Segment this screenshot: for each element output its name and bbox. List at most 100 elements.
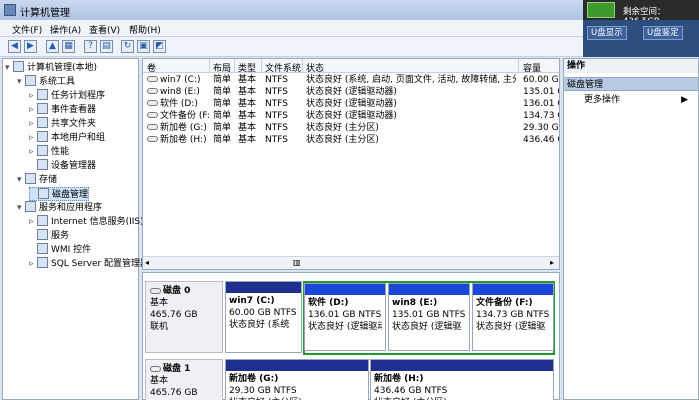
performance-icon xyxy=(37,145,48,156)
tree-item-label: 性能 xyxy=(51,147,70,157)
udisk-show-button[interactable]: U盘显示 xyxy=(587,26,627,40)
drive-icon xyxy=(147,88,158,94)
horizontal-scrollbar[interactable]: ◂ ▥ ▸ xyxy=(143,256,559,269)
tools-icon xyxy=(25,75,36,86)
twisty-icon[interactable]: ▾ xyxy=(5,61,13,75)
twisty-icon[interactable]: ▾ xyxy=(17,75,25,89)
col-volume[interactable]: 卷 xyxy=(147,61,156,74)
tree-item[interactable]: ▹ 共享文件夹 xyxy=(29,117,96,131)
disk-info[interactable]: 磁盘 1 基本 465.76 GB xyxy=(145,359,223,400)
twisty-icon[interactable]: ▹ xyxy=(29,103,37,117)
tree-item-label: 任务计划程序 xyxy=(51,91,106,101)
tree-item[interactable]: ▹ 事件查看器 xyxy=(29,103,96,117)
menu-view[interactable]: 查看(V) xyxy=(89,23,120,36)
table-cell: 基本 xyxy=(238,135,257,145)
col-status[interactable]: 状态 xyxy=(306,61,324,74)
col-layout[interactable]: 布局 xyxy=(213,61,231,74)
partition-status: 状态良好 (系统 xyxy=(229,320,290,330)
tree-item[interactable]: ▹ 本地用户和组 xyxy=(29,131,105,145)
table-cell: 基本 xyxy=(238,99,257,109)
computer-management-icon xyxy=(4,4,16,16)
tree-item[interactable]: ▾ 存储 xyxy=(17,173,57,187)
scroll-right-icon[interactable]: ▸ xyxy=(550,258,554,267)
twisty-icon[interactable]: ▹ xyxy=(29,257,37,271)
table-row[interactable]: 文件备份 (F:) 简单基本 NTFS 状态良好 (逻辑驱动器) 134.73 GE xyxy=(143,110,559,122)
actions-pane: 操作 磁盘管理 更多操作 ▶ xyxy=(563,58,699,400)
partition-block[interactable]: 软件 (D:) 136.01 GB NTFS 状态良好 (逻辑驱动 xyxy=(304,283,386,351)
tree-item[interactable]: 设备管理器 xyxy=(29,159,96,173)
twisty-icon[interactable]: ▹ xyxy=(29,131,37,145)
back-icon[interactable]: ◀ xyxy=(8,40,21,53)
menu-action[interactable]: 操作(A) xyxy=(50,23,81,36)
chevron-right-icon: ▶ xyxy=(681,95,688,105)
twisty-icon[interactable]: ▹ xyxy=(29,215,37,229)
menu-help[interactable]: 帮助(H) xyxy=(129,23,161,36)
drive-icon xyxy=(147,100,158,106)
table-row[interactable]: win8 (E:) 简单基本 NTFS 状态良好 (逻辑驱动器) 135.01 GE xyxy=(143,86,559,98)
partition-bar xyxy=(473,284,553,295)
tree-item[interactable]: 服务 xyxy=(29,229,69,243)
volume-cell: 软件 (D:) xyxy=(147,98,209,110)
partition-block[interactable]: 新加卷 (H:)436.46 GB NTFS状态良好 (主分区) xyxy=(370,359,554,400)
show-tree-icon[interactable]: ▦ xyxy=(62,40,75,53)
table-cell: win7 (C:) xyxy=(160,75,201,85)
table-row[interactable]: 新加卷 (G:) 简单基本 NTFS 状态良好 (主分区) 29.30 GE xyxy=(143,122,559,134)
twisty-icon[interactable]: ▾ xyxy=(17,173,25,187)
disk-size: 465.76 GB xyxy=(150,388,198,398)
disk-icon xyxy=(150,366,161,372)
col-filesystem[interactable]: 文件系统 xyxy=(265,61,301,74)
tree-item-label: 共享文件夹 xyxy=(51,119,97,129)
tree-item[interactable]: ▹ Internet 信息服务(IIS)管 xyxy=(29,215,153,229)
tree-item[interactable]: ▾ 服务和应用程序 xyxy=(17,201,102,215)
partition-block[interactable]: 新加卷 (G:)29.30 GB NTFS状态良好 (主分区) xyxy=(225,359,369,400)
drive-icon xyxy=(147,136,158,142)
actions-header: 操作 xyxy=(564,59,698,73)
twisty-icon[interactable]: ▹ xyxy=(29,145,37,159)
tree-item[interactable]: WMI 控件 xyxy=(29,243,91,257)
help-icon[interactable]: ? xyxy=(84,40,97,53)
event-viewer-icon xyxy=(37,103,48,114)
table-cell: 简单 xyxy=(213,111,232,121)
tree-item[interactable]: ▹ 性能 xyxy=(29,145,69,159)
tree-item-label: SQL Server 配置管理器 xyxy=(51,259,150,269)
export-icon[interactable]: ▣ xyxy=(137,40,150,53)
partition-block[interactable]: win7 (C:) 60.00 GB NTFS 状态良好 (系统 xyxy=(225,281,302,353)
table-cell: 60.00 GE xyxy=(523,75,559,85)
tree-item[interactable]: ▾ 计算机管理(本地) xyxy=(5,61,97,75)
partition-name: 文件备份 (F:) xyxy=(476,298,533,308)
table-cell: 新加卷 (G:) xyxy=(160,123,207,133)
volume-list-header: 卷 布局 类型 文件系统 状态 容量 xyxy=(143,59,559,74)
table-cell: 135.01 GE xyxy=(523,87,559,97)
disk-icon[interactable]: ◩ xyxy=(153,40,166,53)
twisty-icon[interactable]: ▹ xyxy=(29,117,37,131)
tree-item[interactable]: 磁盘管理 xyxy=(29,187,90,201)
more-actions[interactable]: 更多操作 ▶ xyxy=(564,93,698,107)
partition-block[interactable]: win8 (E:) 135.01 GB NTFS 状态良好 (逻辑驱 xyxy=(388,283,470,351)
up-folder-icon[interactable]: ▲ xyxy=(46,40,59,53)
table-row[interactable]: 新加卷 (H:) 简单基本 NTFS 状态良好 (主分区) 436.46 GE xyxy=(143,134,559,146)
twisty-icon[interactable]: ▾ xyxy=(17,201,25,215)
udisk-lock-button[interactable]: U盘鉴定 xyxy=(643,26,683,40)
partition-block[interactable]: 文件备份 (F:) 134.73 GB NTFS 状态良好 (逻辑驱 xyxy=(472,283,554,351)
col-type[interactable]: 类型 xyxy=(238,61,256,74)
menu-file[interactable]: 文件(F) xyxy=(12,23,42,36)
refresh-icon[interactable]: ↻ xyxy=(121,40,134,53)
actions-section-disk-management[interactable]: 磁盘管理 xyxy=(564,77,698,91)
wmi-icon xyxy=(37,243,48,254)
twisty-icon[interactable]: ▹ xyxy=(29,89,37,103)
tree-item[interactable]: ▹ 任务计划程序 xyxy=(29,89,105,103)
properties-icon[interactable]: ▤ xyxy=(100,40,113,53)
col-capacity[interactable]: 容量 xyxy=(523,61,541,74)
scroll-left-icon[interactable]: ◂ xyxy=(145,258,149,267)
partition-size: 436.46 GB NTFS xyxy=(374,386,448,396)
tree-item[interactable]: ▹ SQL Server 配置管理器 xyxy=(29,257,149,271)
computer-management-window: 计算机管理 剩余空间：436.5GB 文件(F) 操作(A) 查看(V) 帮助(… xyxy=(0,0,699,400)
disk-info[interactable]: 磁盘 0 基本 465.76 GB 联机 xyxy=(145,281,223,353)
table-row[interactable]: win7 (C:) 简单 基本 NTFS 状态良好 (系统, 启动, 页面文件, 活动,… xyxy=(143,74,559,86)
forward-icon[interactable]: ▶ xyxy=(24,40,37,53)
table-row[interactable]: 软件 (D:) 简单基本 NTFS 状态良好 (逻辑驱动器) 136.01 GE xyxy=(143,98,559,110)
table-cell: NTFS xyxy=(265,135,288,145)
table-cell: 简单 xyxy=(213,99,232,109)
tree-item[interactable]: ▾ 系统工具 xyxy=(17,75,75,89)
scroll-grip-icon[interactable]: ▥ xyxy=(293,258,301,267)
